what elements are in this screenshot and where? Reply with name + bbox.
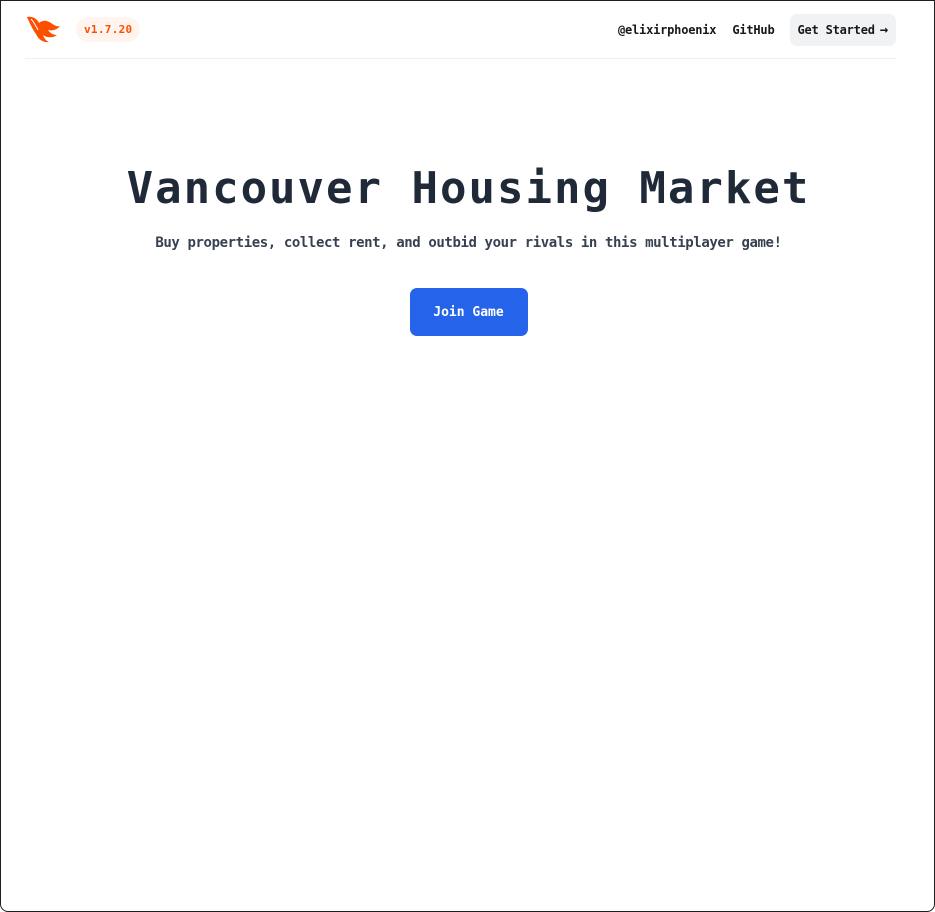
version-badge: v1.7.20 bbox=[76, 17, 141, 42]
join-game-button[interactable]: Join Game bbox=[409, 288, 528, 336]
hero-subtitle: Buy properties, collect rent, and outbid… bbox=[155, 235, 782, 251]
page-title: Vancouver Housing Market bbox=[126, 163, 811, 214]
site-header: v1.7.20 @elixirphoenix GitHub Get Starte… bbox=[25, 1, 896, 59]
get-started-label: Get Started bbox=[797, 23, 875, 37]
arrow-right-icon: → bbox=[879, 22, 888, 38]
phoenix-logo-icon[interactable] bbox=[25, 14, 61, 44]
app-window: v1.7.20 @elixirphoenix GitHub Get Starte… bbox=[0, 0, 935, 912]
github-link[interactable]: GitHub bbox=[732, 23, 774, 37]
twitter-link[interactable]: @elixirphoenix bbox=[618, 23, 717, 37]
top-nav: @elixirphoenix GitHub Get Started → bbox=[618, 14, 896, 46]
hero-section: Vancouver Housing Market Buy properties,… bbox=[1, 151, 934, 336]
get-started-button[interactable]: Get Started → bbox=[790, 14, 896, 46]
